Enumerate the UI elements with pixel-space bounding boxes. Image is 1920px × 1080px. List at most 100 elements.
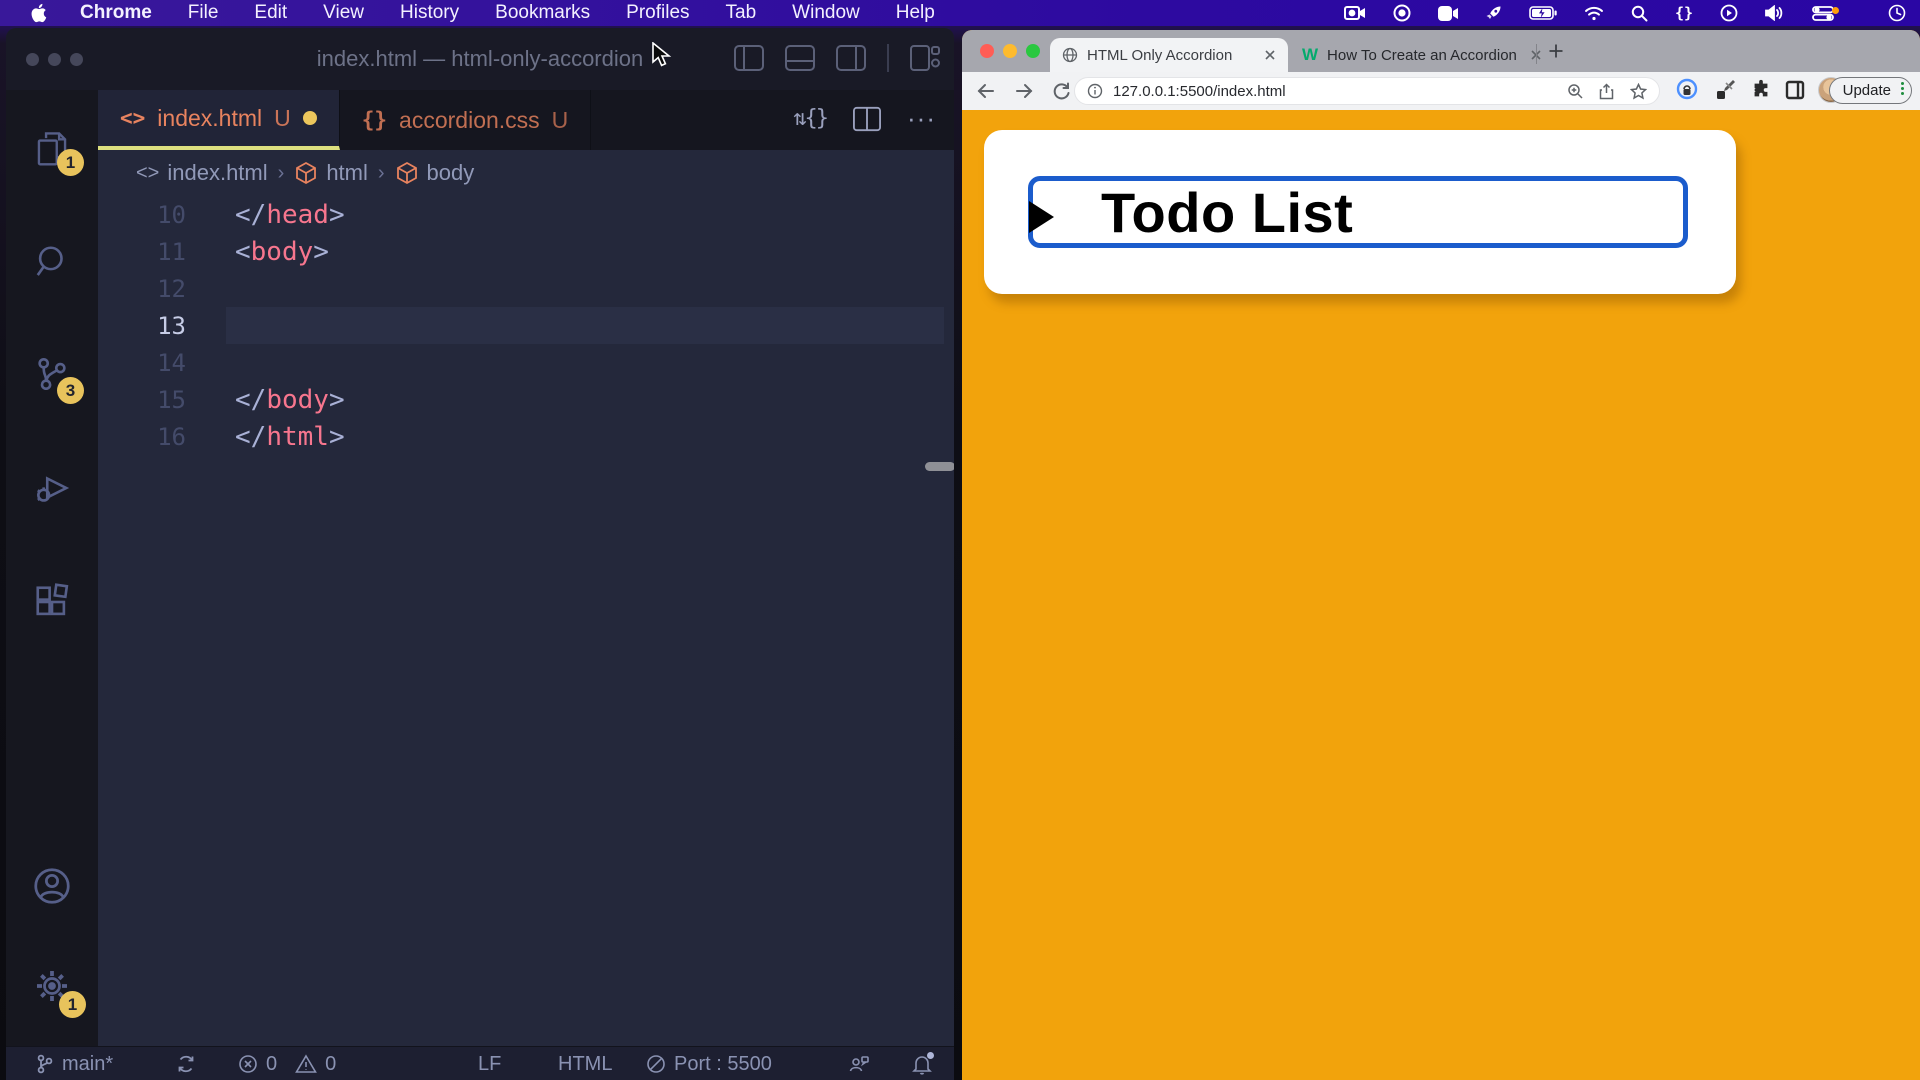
errors-icon	[238, 1054, 258, 1074]
toggle-panel-icon[interactable]	[785, 45, 815, 71]
eyedropper-extension-icon[interactable]	[1713, 78, 1737, 102]
sidebar-item-account[interactable]	[6, 854, 98, 918]
record-icon[interactable]	[1393, 4, 1411, 22]
web-page: Todo List	[962, 110, 1920, 1080]
code-line: 10</head>	[98, 196, 954, 233]
tab-html-only-accordion[interactable]: HTML Only Accordion	[1050, 38, 1288, 72]
url-text[interactable]: 127.0.0.1:5500/index.html	[1113, 83, 1286, 100]
tab-how-to-create-accordion[interactable]: W How To Create an Accordion	[1302, 38, 1520, 72]
wifi-icon[interactable]	[1584, 6, 1604, 21]
maximize-window-button[interactable]	[1026, 44, 1040, 58]
toggle-sidebar-icon[interactable]	[734, 45, 764, 71]
menu-tab[interactable]: Tab	[726, 2, 757, 24]
address-bar[interactable]: 127.0.0.1:5500/index.html	[1074, 77, 1660, 105]
globe-icon	[1062, 47, 1078, 63]
chrome-menu-icon[interactable]	[1901, 82, 1904, 95]
vscode-titlebar[interactable]: index.html — html-only-accordion	[6, 28, 954, 90]
code-line: 11<body>	[98, 233, 954, 270]
tab-index-html[interactable]: <> index.html U	[98, 90, 340, 150]
code-editor[interactable]: 10</head> 11<body> 12 13 14 15</body> 16…	[98, 196, 954, 1046]
accordion-summary[interactable]: Todo List	[1028, 176, 1688, 248]
extensions-puzzle-icon[interactable]	[1750, 79, 1772, 101]
menu-window[interactable]: Window	[792, 2, 860, 24]
clock-icon[interactable]	[1888, 4, 1906, 22]
feedback-icon[interactable]	[848, 1047, 870, 1080]
chevron-right-icon: ›	[278, 162, 285, 185]
tab-label: index.html	[157, 105, 262, 132]
sidebar-item-settings[interactable]: 1	[6, 954, 98, 1018]
side-panel-icon[interactable]	[1785, 80, 1805, 100]
apple-icon[interactable]	[30, 3, 47, 23]
menu-edit[interactable]: Edit	[254, 2, 287, 24]
split-editor-icon[interactable]	[853, 106, 881, 132]
control-center-icon[interactable]	[1812, 6, 1834, 21]
breadcrumb-body[interactable]: body	[395, 160, 475, 186]
code-line: 12	[98, 270, 954, 307]
menu-view[interactable]: View	[323, 2, 364, 24]
sidebar-item-extensions[interactable]	[6, 570, 98, 634]
screen-record-icon[interactable]	[1344, 5, 1366, 21]
forward-button[interactable]	[1014, 82, 1034, 100]
search-icon[interactable]	[1631, 5, 1648, 22]
notification-dot	[1832, 7, 1839, 14]
battery-charging-icon[interactable]	[1529, 6, 1557, 20]
more-actions-icon[interactable]: ···	[907, 103, 936, 134]
source-control-badge: 3	[57, 377, 84, 404]
menu-items: Chrome File Edit View History Bookmarks …	[80, 2, 935, 24]
reload-button[interactable]	[1052, 82, 1071, 101]
customize-layout-icon[interactable]	[910, 45, 940, 71]
breadcrumb-file[interactable]: <> index.html	[136, 160, 268, 186]
menu-history[interactable]: History	[400, 2, 459, 24]
sidebar-item-search[interactable]	[6, 230, 98, 294]
sync-status[interactable]	[176, 1047, 196, 1080]
eol-indicator[interactable]: LF	[478, 1047, 501, 1080]
language-mode[interactable]: HTML	[558, 1047, 612, 1080]
bookmark-star-icon[interactable]	[1630, 83, 1647, 100]
accordion-title: Todo List	[1101, 180, 1353, 245]
chrome-traffic-lights[interactable]	[980, 44, 1040, 58]
close-tab-icon[interactable]	[1264, 49, 1276, 61]
menu-chrome[interactable]: Chrome	[80, 2, 152, 24]
menu-file[interactable]: File	[188, 2, 219, 24]
sidebar-item-run-debug[interactable]	[6, 456, 98, 520]
breadcrumb-html[interactable]: html	[294, 160, 368, 186]
new-tab-button[interactable]	[1548, 43, 1564, 59]
live-server-port[interactable]: Port : 5500	[646, 1047, 772, 1080]
volume-icon[interactable]	[1765, 5, 1785, 21]
zoom-icon[interactable]	[1567, 83, 1583, 99]
tab-accordion-css[interactable]: {} accordion.css U	[340, 90, 592, 150]
tab-title: HTML Only Accordion	[1087, 47, 1255, 64]
toggle-secondary-sidebar-icon[interactable]	[836, 45, 866, 71]
git-branch-status[interactable]: main*	[36, 1047, 113, 1080]
share-icon[interactable]	[1599, 83, 1614, 100]
play-circle-icon[interactable]	[1720, 4, 1738, 22]
account-icon	[32, 866, 72, 906]
tab-label: accordion.css	[399, 107, 540, 134]
minimize-window-button[interactable]	[1003, 44, 1017, 58]
menu-profiles[interactable]: Profiles	[626, 2, 689, 24]
code-line-current: 13	[98, 307, 954, 344]
video-camera-icon[interactable]	[1438, 6, 1458, 21]
cube-icon	[395, 161, 419, 185]
open-changes-icon[interactable]: ⇅{}	[793, 106, 827, 131]
sidebar-item-source-control[interactable]: 3	[6, 342, 98, 406]
details-marker-icon[interactable]	[1029, 201, 1054, 233]
sidebar-item-explorer[interactable]: 1	[6, 118, 98, 182]
menu-help[interactable]: Help	[896, 2, 935, 24]
mouse-cursor	[652, 42, 674, 68]
unsaved-dot-icon[interactable]	[303, 111, 317, 125]
braces-icon[interactable]: {}	[1675, 4, 1693, 22]
menu-bookmarks[interactable]: Bookmarks	[495, 2, 590, 24]
back-button[interactable]	[976, 82, 996, 100]
extensions-icon	[33, 583, 71, 621]
problems-status[interactable]: 0 0	[238, 1047, 336, 1080]
vscode-status-bar: main* 0 0 LF HTML Port : 5500	[6, 1046, 954, 1080]
scrollbar-handle[interactable]	[925, 462, 954, 471]
update-chrome-button[interactable]: Update	[1829, 77, 1912, 104]
notifications-bell-icon[interactable]	[912, 1047, 932, 1080]
site-info-icon[interactable]	[1087, 83, 1103, 99]
rocket-icon[interactable]	[1485, 5, 1502, 22]
titlebar-separator	[887, 44, 889, 72]
close-window-button[interactable]	[980, 44, 994, 58]
password-extension-icon[interactable]	[1676, 78, 1700, 102]
